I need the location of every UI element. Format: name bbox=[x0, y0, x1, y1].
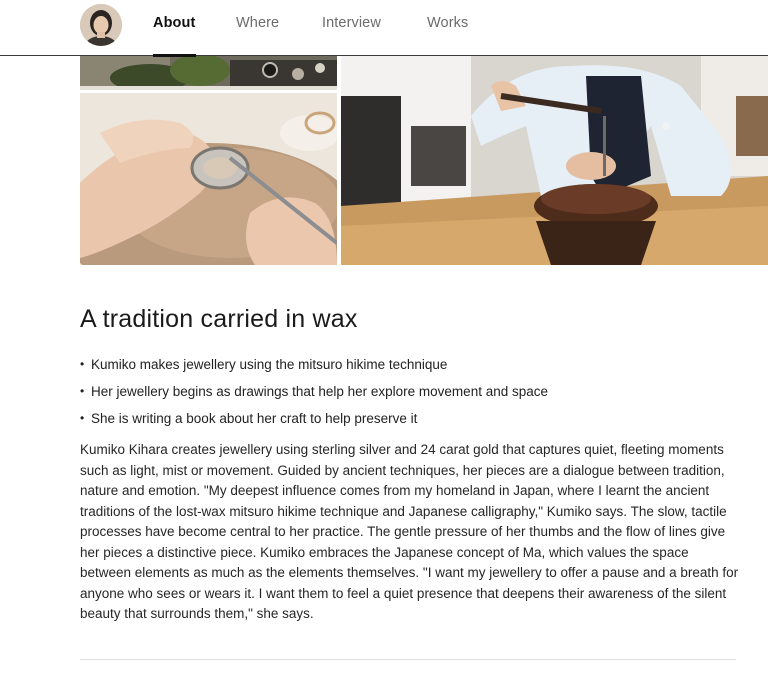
tab-where[interactable]: Where bbox=[236, 15, 279, 56]
artisan-workbench-photo bbox=[341, 56, 768, 265]
list-item: Her jewellery begins as drawings that he… bbox=[80, 378, 548, 405]
tab-about[interactable]: About bbox=[153, 15, 196, 57]
top-navigation: About Where Interview Works bbox=[0, 0, 768, 57]
article-body: Kumiko Kihara creates jewellery using st… bbox=[80, 442, 739, 621]
workshop-tools-photo bbox=[80, 56, 337, 90]
avatar[interactable] bbox=[80, 4, 122, 46]
divider bbox=[80, 659, 736, 660]
tab-works[interactable]: Works bbox=[427, 15, 468, 56]
article-heading: A tradition carried in wax bbox=[80, 305, 358, 333]
hands-carving-ring-photo bbox=[80, 93, 337, 265]
list-item: Kumiko makes jewellery using the mitsuro… bbox=[80, 351, 548, 378]
key-points-list: Kumiko makes jewellery using the mitsuro… bbox=[80, 351, 548, 432]
tab-interview[interactable]: Interview bbox=[322, 15, 381, 56]
list-item: She is writing a book about her craft to… bbox=[80, 405, 548, 432]
